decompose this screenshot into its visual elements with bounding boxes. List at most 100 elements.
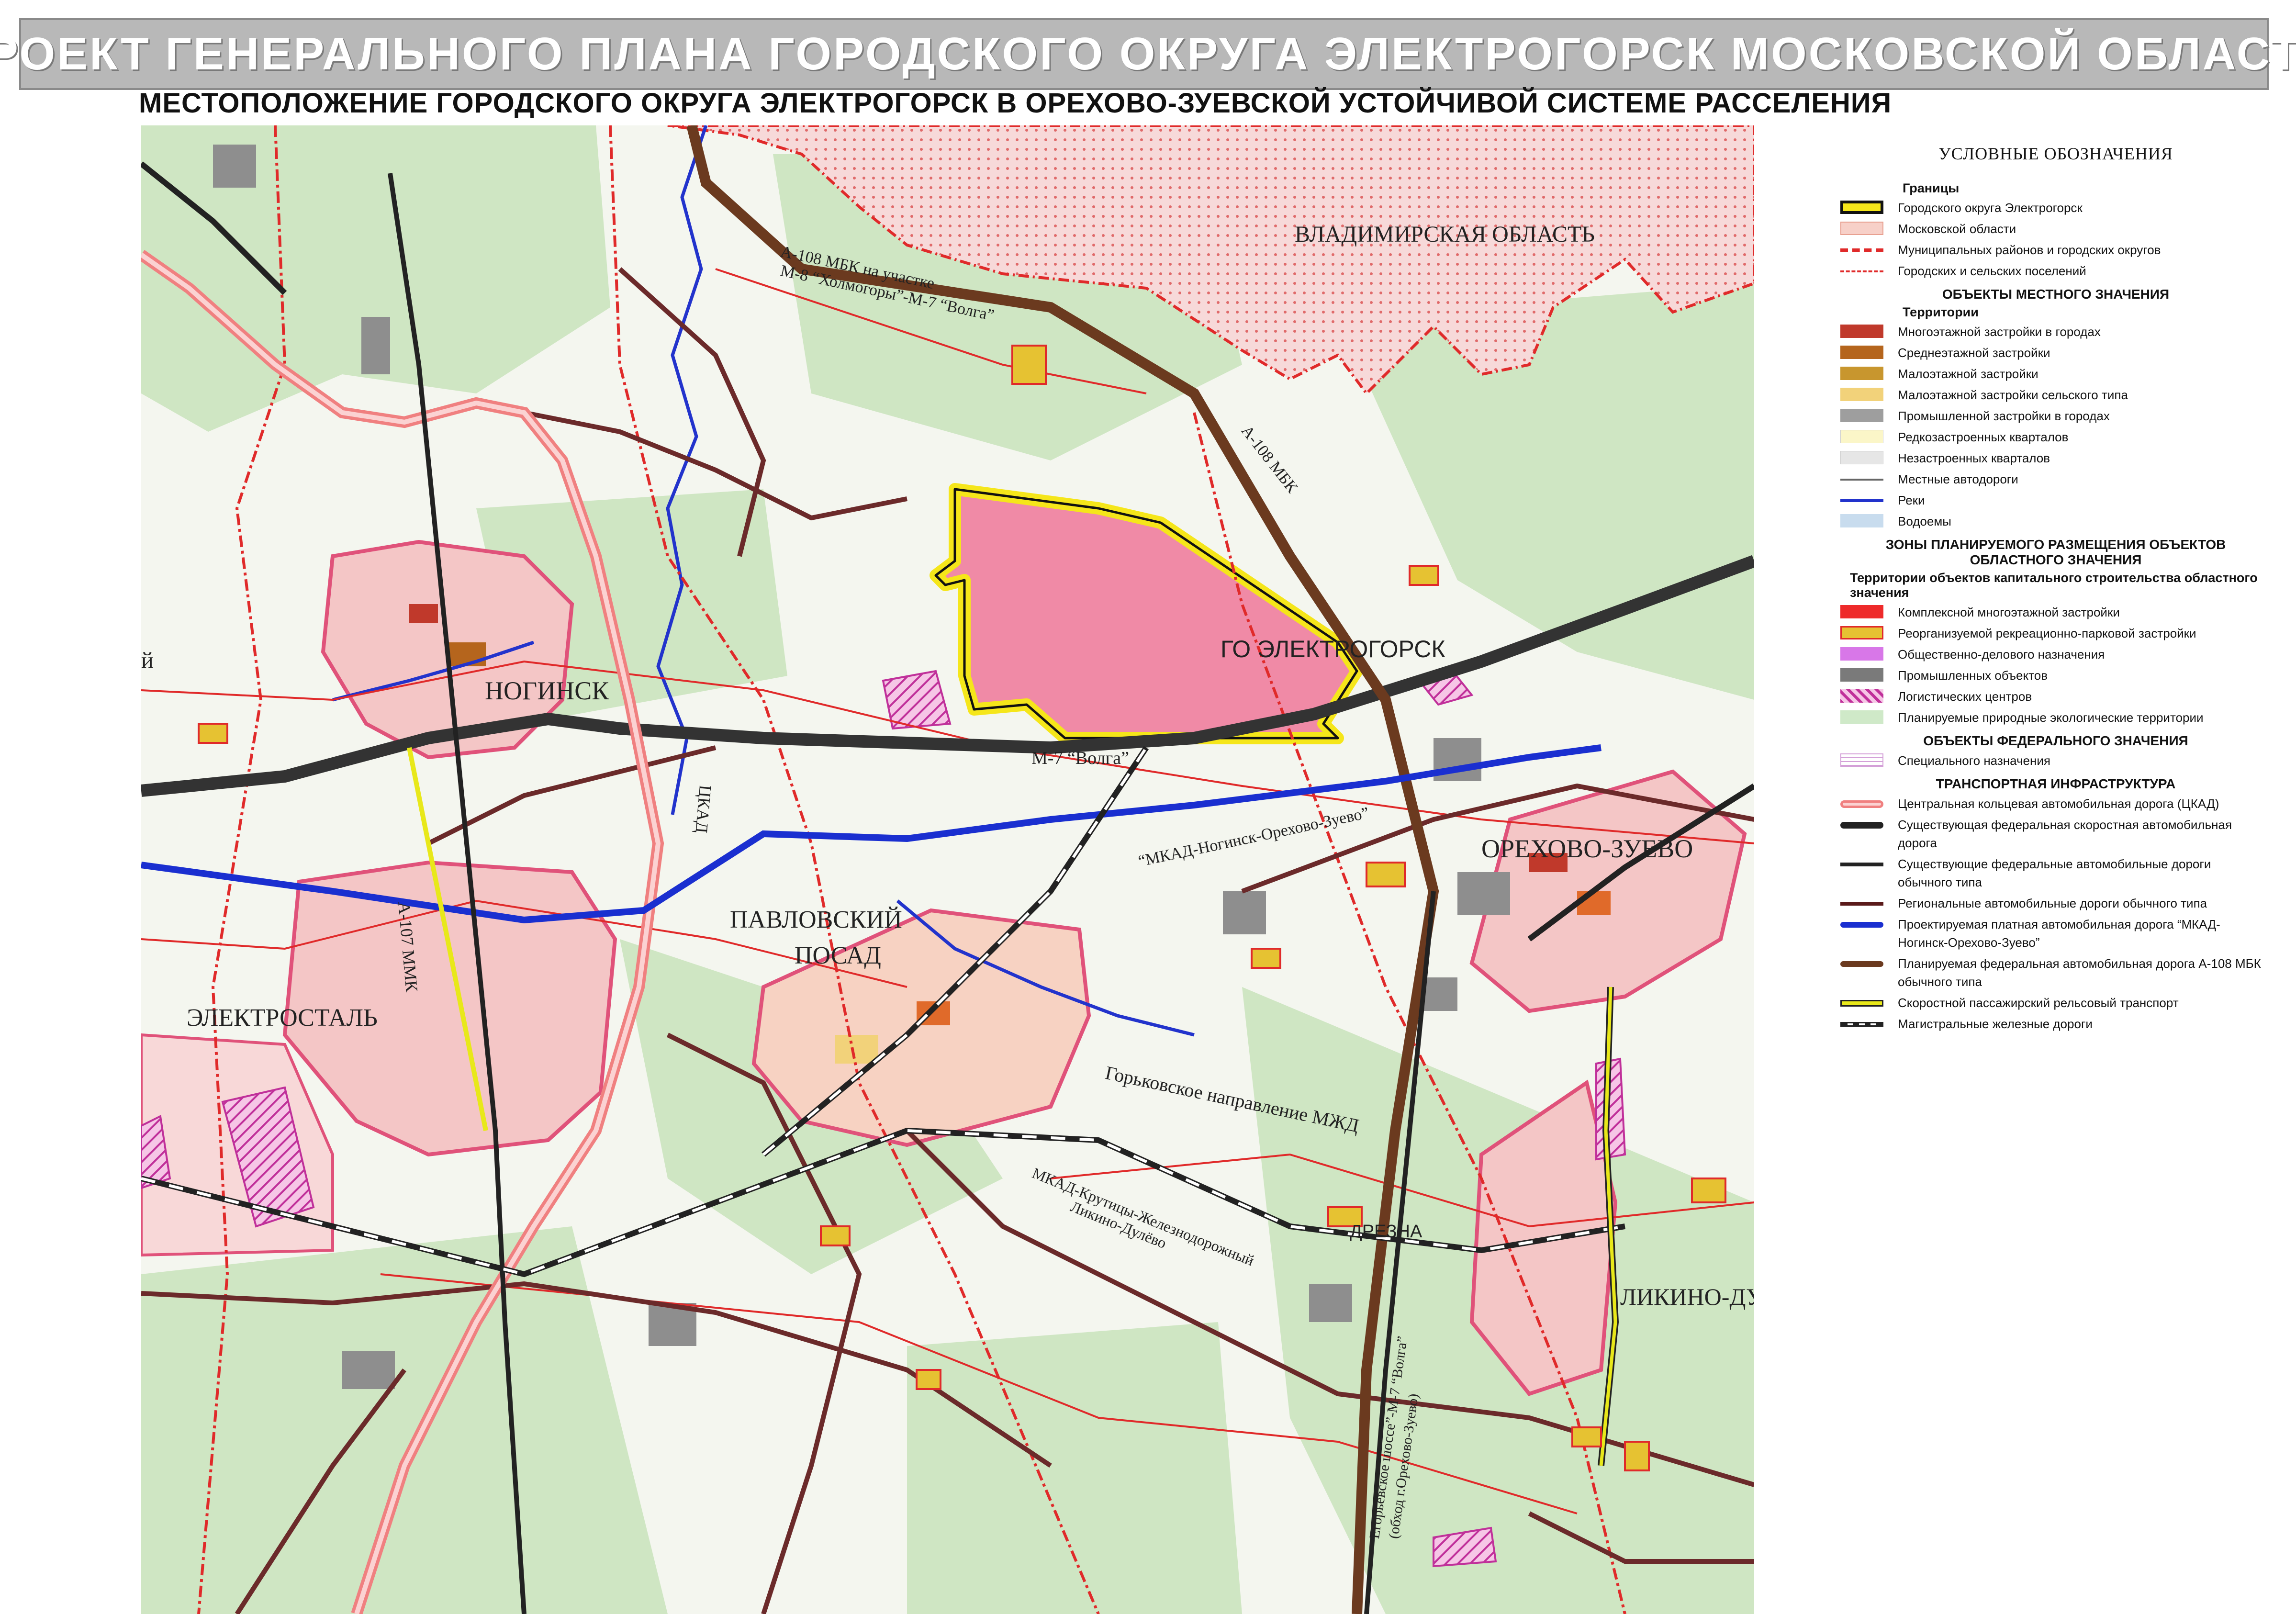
legend-swatch: [1840, 499, 1883, 502]
legend-row: Водоемы: [1840, 512, 2271, 530]
legend-swatch: [1840, 514, 1883, 527]
legend-row: Проектируемая платная автомобильная доро…: [1840, 915, 2271, 952]
legend-section-title: ОБЪЕКТЫ ФЕДЕРАЛЬНОГО ЗНАЧЕНИЯ: [1923, 733, 2188, 748]
legend-row: Существующие федеральные автомобильные д…: [1840, 855, 2271, 891]
legend-label: Водоемы: [1898, 514, 1951, 528]
legend-row: Городского округа Электрогорск: [1840, 199, 2271, 217]
legend-swatch: [1840, 430, 1883, 443]
legend-section-title: ТРАНСПОРТНАЯ ИНФРАСТРУКТУРА: [1936, 776, 2176, 791]
legend-row: Специального назначения: [1840, 751, 2271, 770]
legend-row: Комплексной многоэтажной застройки: [1840, 603, 2271, 621]
legend-row: Реки: [1840, 491, 2271, 509]
legend-swatch: [1840, 863, 1883, 866]
legend-swatch-boundary-mo: [1840, 222, 1883, 235]
page-title: ПРОЕКТ ГЕНЕРАЛЬНОГО ПЛАНА ГОРОДСКОГО ОКР…: [0, 28, 2296, 79]
legend-row: Муниципальных районов и городских округо…: [1840, 241, 2271, 259]
legend-label: Логистических центров: [1898, 689, 2032, 704]
legend-row: Малоэтажной застройки сельского типа: [1840, 386, 2271, 404]
legend-row: Редкозастроенных кварталов: [1840, 428, 2271, 446]
legend-swatch: [1840, 689, 1883, 703]
label-edge-fragment: й: [141, 648, 154, 673]
legend-label: Городских и сельских поселений: [1898, 264, 2086, 278]
legend-swatch: [1840, 753, 1883, 767]
label-noginsk: НОГИНСК: [485, 676, 609, 705]
legend-row: Местные автодороги: [1840, 470, 2271, 488]
map-canvas[interactable]: ВЛАДИМИРСКАЯ ОБЛАСТЬ НОГИНСК ГО ЭЛЕКТРОГ…: [141, 125, 1754, 1614]
legend-row: Многоэтажной застройки в городах: [1840, 323, 2271, 341]
label-pavlovsky-posad-2: ПОСАД: [795, 942, 881, 969]
legend-label: Московской области: [1898, 222, 2016, 236]
legend-label: Скоростной пассажирский рельсовый трансп…: [1898, 996, 2179, 1010]
legend-label: Незастроенных кварталов: [1898, 451, 2050, 465]
label-drezna: ДРЕЗНА: [1350, 1222, 1422, 1242]
legend-swatch: [1840, 388, 1883, 401]
legend-swatch: [1840, 605, 1883, 618]
legend-section-title: Границы: [1903, 181, 1960, 195]
legend-swatch-boundary-mun: [1840, 248, 1883, 252]
legend-row: Региональные автомобильные дороги обычно…: [1840, 894, 2271, 912]
legend-label: Малоэтажной застройки сельского типа: [1898, 388, 2128, 402]
legend-row: Существующая федеральная скоростная авто…: [1840, 816, 2271, 852]
legend-label: Региональные автомобильные дороги обычно…: [1898, 896, 2207, 910]
legend-swatch: [1840, 961, 1883, 967]
legend-label: Среднеэтажной застройки: [1898, 346, 2050, 360]
legend-label: Малоэтажной застройки: [1898, 367, 2038, 381]
legend-label: Планируемая федеральная автомобильная до…: [1898, 956, 2261, 989]
label-vladimir-region: ВЛАДИМИРСКАЯ ОБЛАСТЬ: [1295, 222, 1595, 247]
legend-label: Планируемые природные экологические терр…: [1898, 710, 2204, 725]
map-graphics: [141, 125, 1754, 1614]
label-pavlovsky-posad-1: ПАВЛОВСКИЙ: [730, 906, 902, 933]
legend-label: Существующая федеральная скоростная авто…: [1898, 818, 2232, 850]
legend-row: Общественно-делового назначения: [1840, 645, 2271, 663]
legend-swatch: [1840, 325, 1883, 338]
legend-swatch: [1840, 626, 1883, 639]
legend-row: Магистральные железные дороги: [1840, 1015, 2271, 1033]
legend-swatch: [1840, 367, 1883, 380]
legend-label: Реки: [1898, 493, 1925, 507]
page-subtitle: МЕСТОПОЛОЖЕНИЕ ГОРОДСКОГО ОКРУГА ЭЛЕКТРО…: [139, 88, 1892, 119]
legend-row: Логистических центров: [1840, 687, 2271, 706]
legend-row: Городских и сельских поселений: [1840, 262, 2271, 280]
label-likino-dulevo: ЛИКИНО-ДУЛЁВО: [1620, 1283, 1754, 1310]
legend-swatch: [1840, 479, 1883, 481]
legend-swatch: [1840, 647, 1883, 661]
legend-label: Магистральные железные дороги: [1898, 1017, 2093, 1031]
legend-label: Редкозастроенных кварталов: [1898, 430, 2069, 444]
legend-row: Планируемая федеральная автомобильная до…: [1840, 954, 2271, 991]
legend-section-subtitle: Территории: [1903, 305, 1979, 319]
legend-swatch: [1840, 922, 1883, 928]
legend-label: Промышленных объектов: [1898, 668, 2048, 683]
legend-row: Центральная кольцевая автомобильная доро…: [1840, 795, 2271, 813]
label-ckad: ЦКАД: [692, 784, 716, 834]
legend-row: Промышленных объектов: [1840, 666, 2271, 684]
legend-swatch: [1840, 451, 1883, 464]
legend-row: Малоэтажной застройки: [1840, 365, 2271, 383]
legend-label: Реорганизуемой рекреационно-парковой зас…: [1898, 626, 2196, 640]
legend-swatch-boundary-go: [1840, 201, 1883, 214]
legend-label: Муниципальных районов и городских округо…: [1898, 243, 2161, 257]
label-orekhovo-zuevo: ОРЕХОВО-ЗУЕВО: [1481, 834, 1693, 863]
legend-label: Многоэтажной застройки в городах: [1898, 325, 2101, 339]
legend-swatch: [1840, 668, 1883, 682]
legend-row: Скоростной пассажирский рельсовый трансп…: [1840, 994, 2271, 1012]
legend-label: Проектируемая платная автомобильная доро…: [1898, 917, 2220, 950]
legend-row: Реорганизуемой рекреационно-парковой зас…: [1840, 624, 2271, 642]
legend-section-title: ОБЪЕКТЫ МЕСТНОГО ЗНАЧЕНИЯ: [1942, 287, 2170, 302]
legend-swatch: [1840, 1000, 1883, 1007]
legend-swatch: [1840, 902, 1883, 906]
legend-swatch: [1840, 409, 1883, 422]
legend-label: Центральная кольцевая автомобильная доро…: [1898, 796, 2219, 811]
legend-swatch-boundary-settlement: [1840, 270, 1883, 272]
legend-label: Городского округа Электрогорск: [1898, 201, 2083, 215]
legend-swatch: [1840, 346, 1883, 359]
legend-row: Промышленной застройки в городах: [1840, 407, 2271, 425]
legend-label: Общественно-делового назначения: [1898, 647, 2105, 662]
legend-swatch: [1840, 1022, 1883, 1027]
legend-label: Местные автодороги: [1898, 472, 2018, 486]
label-m7: М-7 “Волга”: [1031, 748, 1129, 768]
legend-row: Планируемые природные экологические терр…: [1840, 708, 2271, 727]
legend-swatch: [1840, 710, 1883, 724]
legend-label: Комплексной многоэтажной застройки: [1898, 605, 2120, 619]
label-electrogorsk: ГО ЭЛЕКТРОГОРСК: [1221, 636, 1445, 662]
legend-row: Московской области: [1840, 220, 2271, 238]
